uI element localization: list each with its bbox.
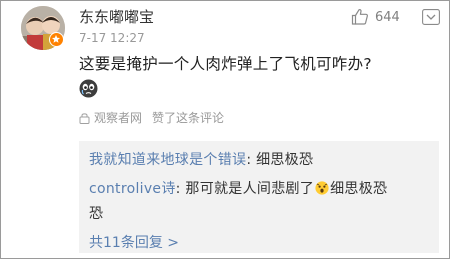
reply-text: : 那可就是人间悲剧了 [175,181,315,197]
reply-item: 我就知道来地球是个错误: 细思极恐 [89,149,313,169]
cry-emoji [79,79,98,98]
comment-text: 这要是掩护一个人肉炸弹上了飞机可咋办? [79,55,372,73]
meta-action: 赞了这条评论 [152,111,225,125]
lock-icon [79,112,90,124]
chevron-down-icon [422,9,440,25]
like-count: 644 [375,9,400,25]
reply-text: 细思极恐 [330,181,388,197]
reply-author[interactable]: 我就知道来地球是个错误 [89,152,246,168]
replies-box: 我就知道来地球是个错误: 细思极恐 controlive诗: 那可就是人间悲剧了… [79,141,439,253]
vip-badge-icon [49,32,64,47]
more-options-button[interactable] [422,9,440,25]
like-button[interactable]: 644 [351,7,400,27]
timestamp: 7-17 12:27 [79,31,145,45]
comment-meta: 观察者网 赞了这条评论 [79,109,224,126]
scared-emoji [315,181,329,195]
reply-text-wrap: 恐 [89,206,104,222]
comment-card: 东东嘟嘟宝 7-17 12:27 644 这要是掩护一个人肉炸弹上了飞机可咋办? [0,0,450,259]
thumbs-up-icon [351,9,368,25]
reply-item: controlive诗: 那可就是人间悲剧了 细思极恐 [89,178,387,198]
more-replies-link[interactable]: 共11条回复 > [89,232,179,252]
meta-viewer[interactable]: 观察者网 [94,109,142,126]
reply-author[interactable]: controlive诗 [89,181,176,197]
reply-text: : 细思极恐 [246,152,314,168]
username[interactable]: 东东嘟嘟宝 [79,6,154,27]
